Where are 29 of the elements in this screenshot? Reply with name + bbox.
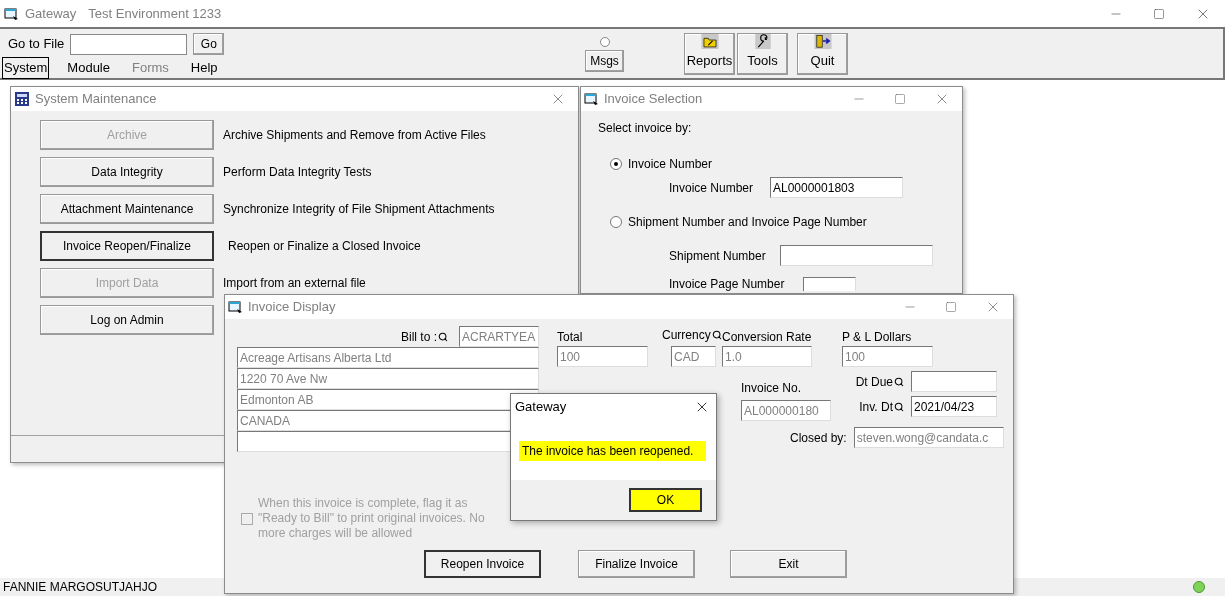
window-title: Invoice Display [248, 298, 336, 317]
window-title: System Maintenance [35, 90, 157, 109]
field-label: Total [557, 329, 584, 346]
dialog-message: The invoice has been reopened. [519, 441, 706, 461]
field-label: Invoice Page Number [669, 277, 786, 291]
go-to-file-label: Go to File [8, 35, 65, 54]
bill-to-label: Bill to : [401, 328, 437, 346]
field-label: Closed by: [790, 429, 847, 447]
app-title: Gateway [25, 4, 77, 23]
field-label: P & L Dollars [842, 329, 913, 346]
user-name: FANNIE MARGOSUTJAHJO [3, 579, 157, 596]
field-label: Shipment Number [669, 248, 767, 263]
ready-to-bill-label: When this invoice is complete, flag it as "Ready to Bill" to print original invoices. No more charges will be allowed [258, 496, 486, 541]
prompt-label: Select invoice by: [598, 121, 693, 135]
field-label: Currency [662, 327, 711, 344]
option-label: Invoice Number [628, 157, 713, 171]
field-label: Dt Due [855, 373, 893, 391]
option-label: Shipment Number and Invoice Page Number [628, 215, 867, 229]
window-title: Invoice Selection [604, 90, 703, 109]
environment-label: Test Environment 1233 [88, 4, 222, 23]
action-description: Reopen or Finalize a Closed Invoice [228, 238, 421, 255]
action-description: Import from an external file [223, 275, 366, 292]
field-label: Inv. Dt [859, 398, 893, 416]
field-label: Conversion Rate [722, 329, 813, 346]
action-description: Perform Data Integrity Tests [223, 164, 372, 181]
action-description: Synchronize Integrity of File Shipment Attachments [223, 201, 495, 218]
field-label: Invoice No. [741, 380, 803, 397]
action-description: Archive Shipments and Remove from Active Files [223, 127, 486, 144]
field-label: Invoice Number [669, 180, 755, 195]
